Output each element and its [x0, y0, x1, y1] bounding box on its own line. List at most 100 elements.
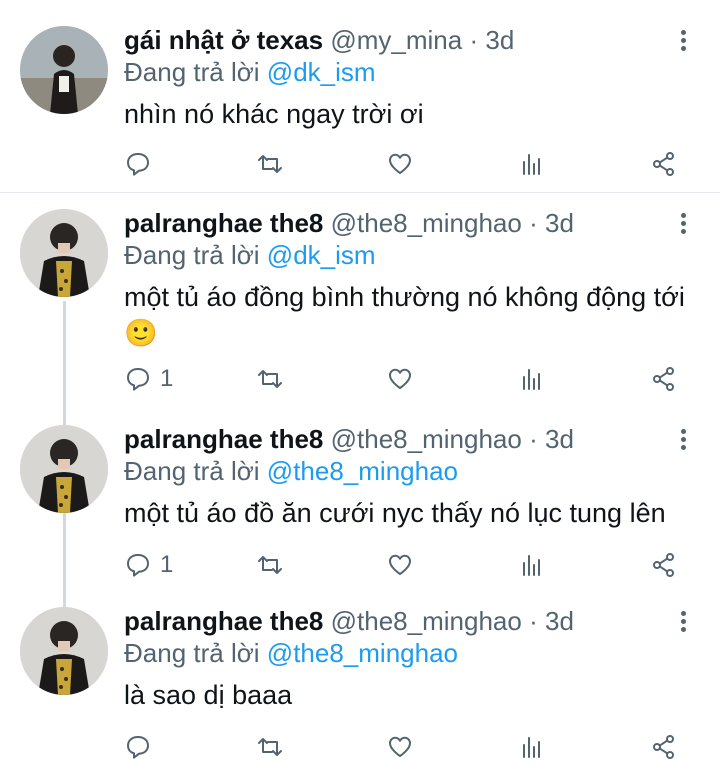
- reply-button[interactable]: 1: [124, 359, 173, 399]
- retweet-button[interactable]: [256, 545, 284, 585]
- mention-link[interactable]: @dk_ism: [267, 240, 376, 270]
- avatar[interactable]: [20, 26, 108, 114]
- avatar[interactable]: [20, 425, 108, 513]
- share-icon: [650, 365, 678, 393]
- tweet-1[interactable]: gái nhật ở texas @my_mina · 3d Đang trả …: [0, 0, 720, 192]
- analytics-button[interactable]: [518, 144, 546, 184]
- dot-separator: ·: [469, 25, 479, 55]
- tweet-text: nhìn nó khác ngay trời ơi: [124, 99, 424, 129]
- tweet-text: một tủ áo đồng bình thường nó không động…: [124, 279, 694, 351]
- display-name[interactable]: palranghae the8: [124, 606, 323, 636]
- reply-context: Đang trả lời @the8_minghao: [124, 637, 458, 669]
- mention-link[interactable]: @dk_ism: [267, 57, 376, 87]
- avatar[interactable]: [20, 607, 108, 695]
- mention-link[interactable]: @the8_minghao: [267, 456, 458, 486]
- avatar[interactable]: [20, 209, 108, 297]
- handle[interactable]: @the8_minghao: [331, 606, 522, 636]
- reply-icon: [124, 733, 152, 761]
- analytics-icon: [518, 733, 546, 761]
- retweet-icon: [256, 551, 284, 579]
- timestamp[interactable]: 3d: [545, 208, 574, 238]
- heart-icon: [386, 150, 414, 178]
- timestamp[interactable]: 3d: [545, 424, 574, 454]
- like-button[interactable]: [386, 359, 414, 399]
- handle[interactable]: @my_mina: [330, 25, 462, 55]
- more-options-icon[interactable]: [676, 28, 690, 56]
- reply-context: Đang trả lời @the8_minghao: [124, 455, 458, 487]
- analytics-icon: [518, 365, 546, 393]
- handle[interactable]: @the8_minghao: [331, 208, 522, 238]
- timestamp[interactable]: 3d: [485, 25, 514, 55]
- avatar-man-photo: [20, 209, 108, 297]
- mention-link[interactable]: @the8_minghao: [267, 638, 458, 668]
- reply-prefix: Đang trả lời: [124, 638, 260, 668]
- share-button[interactable]: [650, 359, 678, 399]
- slightly-smiling-emoji: 🙂: [124, 318, 158, 348]
- reply-icon: [124, 150, 152, 178]
- action-bar: [124, 144, 684, 184]
- thread-line: [63, 413, 66, 425]
- more-options-icon[interactable]: [676, 609, 690, 637]
- reply-prefix: Đang trả lời: [124, 57, 260, 87]
- reply-button[interactable]: [124, 727, 160, 767]
- dot-separator: ·: [529, 208, 538, 238]
- retweet-button[interactable]: [256, 359, 284, 399]
- analytics-icon: [518, 150, 546, 178]
- display-name[interactable]: palranghae the8: [124, 424, 323, 454]
- tweet-text: một tủ áo đồ ăn cưới nyc thấy nó lục tun…: [124, 498, 666, 528]
- dot-separator: ·: [529, 424, 538, 454]
- avatar-man-photo: [20, 607, 108, 695]
- analytics-button[interactable]: [518, 545, 546, 585]
- reply-icon: [124, 551, 152, 579]
- reply-count: 1: [160, 551, 174, 578]
- analytics-icon: [518, 551, 546, 579]
- retweet-icon: [256, 365, 284, 393]
- share-icon: [650, 733, 678, 761]
- action-bar: 1: [124, 545, 684, 585]
- display-name[interactable]: palranghae the8: [124, 208, 323, 238]
- tweet-2[interactable]: palranghae the8 @the8_minghao · 3d Đang …: [0, 193, 720, 413]
- dot-separator: ·: [529, 606, 538, 636]
- retweet-icon: [256, 733, 284, 761]
- tweet-header: palranghae the8 @the8_minghao · 3d: [124, 605, 574, 637]
- analytics-button[interactable]: [518, 727, 546, 767]
- reply-prefix: Đang trả lời: [124, 240, 260, 270]
- more-options-icon[interactable]: [676, 211, 690, 239]
- avatar-man-photo: [20, 425, 108, 513]
- reply-button[interactable]: 1: [124, 545, 173, 585]
- retweet-button[interactable]: [256, 144, 284, 184]
- analytics-button[interactable]: [518, 359, 546, 399]
- thread-line: [63, 301, 66, 413]
- tweet-text: là sao dị baaa: [124, 680, 293, 710]
- handle[interactable]: @the8_minghao: [331, 424, 522, 454]
- retweet-icon: [256, 150, 284, 178]
- heart-icon: [386, 733, 414, 761]
- tweet-4[interactable]: palranghae the8 @the8_minghao · 3d Đang …: [0, 595, 720, 771]
- action-bar: 1: [124, 359, 684, 399]
- thread-line: [63, 513, 66, 595]
- more-options-icon[interactable]: [676, 427, 690, 455]
- reply-button[interactable]: [124, 144, 160, 184]
- tweet-text-content: một tủ áo đồng bình thường nó không động…: [124, 282, 685, 312]
- reply-prefix: Đang trả lời: [124, 456, 260, 486]
- display-name[interactable]: gái nhật ở texas: [124, 25, 323, 55]
- share-button[interactable]: [650, 545, 678, 585]
- share-button[interactable]: [650, 144, 678, 184]
- like-button[interactable]: [386, 144, 414, 184]
- share-icon: [650, 150, 678, 178]
- share-icon: [650, 551, 678, 579]
- reply-count: 1: [160, 365, 174, 392]
- like-button[interactable]: [386, 727, 414, 767]
- reply-icon: [124, 365, 152, 393]
- reply-context: Đang trả lời @dk_ism: [124, 239, 376, 271]
- action-bar: [124, 727, 684, 767]
- avatar-girl-photo: [20, 26, 108, 114]
- tweet-header: palranghae the8 @the8_minghao · 3d: [124, 423, 574, 455]
- timestamp[interactable]: 3d: [545, 606, 574, 636]
- like-button[interactable]: [386, 545, 414, 585]
- heart-icon: [386, 365, 414, 393]
- retweet-button[interactable]: [256, 727, 284, 767]
- tweet-3[interactable]: palranghae the8 @the8_minghao · 3d Đang …: [0, 413, 720, 595]
- share-button[interactable]: [650, 727, 678, 767]
- tweet-header: gái nhật ở texas @my_mina · 3d: [124, 24, 514, 56]
